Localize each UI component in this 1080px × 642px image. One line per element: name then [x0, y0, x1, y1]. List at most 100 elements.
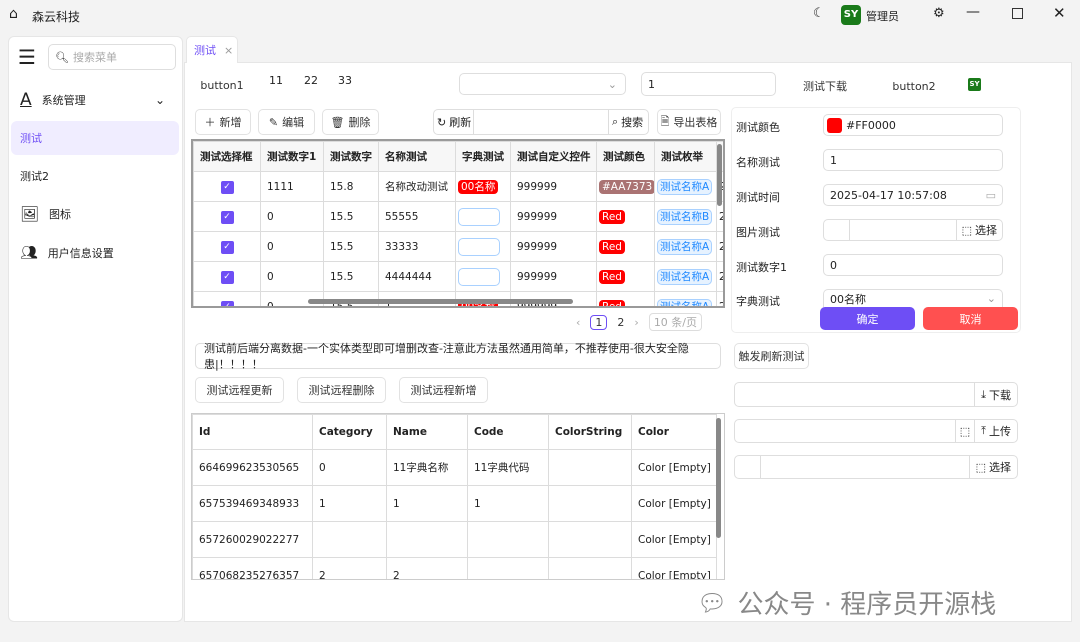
table-cell: 2 [386, 557, 468, 579]
button2[interactable]: button2 [878, 75, 950, 97]
confirm-button[interactable]: 确定 [820, 307, 915, 330]
remote-delete-button[interactable]: 测试远程删除 [297, 377, 386, 403]
column-header[interactable]: Id [192, 414, 313, 450]
column-header[interactable]: 测试选择框 [193, 141, 261, 172]
button1[interactable]: button1 [195, 73, 249, 97]
table-cell [467, 521, 549, 558]
row-checkbox[interactable]: ✓ [220, 240, 234, 254]
dict-select[interactable]: 00名称 ⌄ [823, 289, 1003, 307]
search-box: ↻ 刷新 ⌕ 搜索 [433, 109, 649, 135]
page-1[interactable]: 1 [590, 314, 608, 330]
column-header[interactable]: 字典测试 [455, 141, 511, 172]
vertical-scrollbar[interactable] [717, 144, 722, 206]
theme-moon-icon[interactable]: ☾ [813, 6, 825, 21]
cell-extra: 2 [716, 291, 723, 306]
row-checkbox[interactable]: ✓ [220, 270, 234, 284]
page-size-select[interactable]: 10 条/页 [648, 313, 703, 331]
delete-button[interactable]: 🗑︎ 删除 [322, 109, 379, 135]
search-button[interactable]: ⌕ 搜索 [608, 110, 648, 134]
table-row[interactable]: ✓ 0 15.5 33333 999999 Red 测试名称A 2 [193, 231, 723, 262]
table-row[interactable]: ✓ 0 15.5 55555 999999 Red 测试名称B 2 [193, 201, 723, 232]
table-row[interactable]: 657539469348933 1 1 1 Color [Empty] [192, 485, 717, 522]
column-header[interactable]: 测试数字1 [260, 141, 324, 172]
file-export-icon: 🗎︎ [660, 114, 670, 128]
hamburger-menu-icon[interactable]: ☰ [18, 45, 36, 69]
table-row[interactable]: ✓ 0 15.5 4444444 999999 Red 测试名称A 2 [193, 261, 723, 292]
column-header[interactable]: Name [386, 414, 468, 450]
page-2[interactable]: 2 [617, 316, 624, 329]
dict-empty[interactable] [458, 237, 500, 256]
plus-icon: ＋ [204, 116, 216, 129]
next-page-icon[interactable]: › [634, 316, 638, 329]
minimize-button[interactable]: — [966, 4, 980, 20]
name-input[interactable]: 1 [823, 149, 1003, 171]
datetime-picker[interactable]: 2025-04-17 10:57:08 ▭ [823, 184, 1003, 206]
color-picker[interactable]: #FF0000 [823, 114, 1003, 136]
row-checkbox[interactable]: ✓ [220, 210, 234, 224]
sidebar-item-test[interactable]: 测试 [11, 121, 179, 155]
horizontal-scrollbar[interactable] [308, 299, 573, 304]
test-download-button[interactable]: 测试下载 [790, 75, 860, 97]
cancel-button[interactable]: 取消 [923, 307, 1018, 330]
row-checkbox[interactable]: ✓ [220, 180, 234, 194]
column-header[interactable]: Code [467, 414, 549, 450]
trigger-refresh-button[interactable]: 触发刷新测试 [734, 343, 809, 369]
column-header[interactable]: 测试枚举 [654, 141, 717, 172]
title-bar: ⌂ 森云科技 ☾ SY 管理员 ⚙ — ✕ [0, 0, 1080, 30]
home-icon[interactable]: ⌂ [9, 6, 18, 22]
image-choose-button[interactable]: ⬚ 选择 [955, 220, 1002, 240]
column-header[interactable]: 名称测试 [378, 141, 456, 172]
add-button[interactable]: ＋新增 [195, 109, 251, 135]
combo-select[interactable]: ⌄ [459, 73, 626, 95]
table-cell: 0 [312, 449, 387, 486]
close-tab-icon[interactable]: × [224, 44, 233, 57]
tab-test[interactable]: 测试 × [186, 36, 238, 63]
vertical-scrollbar[interactable] [716, 418, 721, 538]
wechat-icon: 💬︎ [697, 588, 728, 617]
notice-input[interactable]: 测试前后端分离数据-一个实体类型即可增删改查-注意此方法虽然通用简单，不推荐使用… [195, 342, 721, 371]
export-button[interactable]: 🗎︎ 导出表格 [657, 109, 721, 135]
number-input[interactable]: 1 [641, 72, 776, 96]
sidebar-item-test2[interactable]: 测试2 [11, 159, 179, 193]
select-file-icon[interactable]: ⬚ [954, 420, 974, 442]
edit-button[interactable]: ✎ 编辑 [258, 109, 315, 135]
gear-icon[interactable]: ⚙ [933, 6, 945, 21]
avatar[interactable]: SY [841, 5, 861, 25]
column-header[interactable]: ColorString [548, 414, 632, 450]
prev-page-icon[interactable]: ‹ [576, 316, 580, 329]
sidebar-group-system[interactable]: A 系统管理 ⌄ [11, 83, 179, 117]
table-cell: 11字典代码 [467, 449, 549, 486]
enum-tag: 测试名称A [657, 239, 713, 255]
download-button[interactable]: ⤓ 下载 [974, 383, 1017, 406]
cell-number: 15.8 [323, 171, 379, 202]
remote-update-button[interactable]: 测试远程更新 [195, 377, 284, 403]
column-header[interactable]: 测试颜色 [596, 141, 655, 172]
row-checkbox[interactable]: ✓ [220, 300, 234, 306]
table-cell [312, 521, 387, 558]
refresh-button[interactable]: ↻ 刷新 [434, 110, 474, 134]
dict-empty[interactable] [458, 207, 500, 226]
column-header[interactable]: 测试自定义控件 [510, 141, 597, 172]
table-row[interactable]: 657260029022277 Color [Empty] [192, 521, 717, 558]
column-header[interactable]: 测试数字 [323, 141, 379, 172]
calendar-icon: ▭ [985, 188, 996, 202]
number1-input[interactable]: 0 [823, 254, 1003, 276]
upload-icon: ⤒ [981, 424, 986, 437]
choose-button[interactable]: ⬚ 选择 [968, 456, 1017, 478]
remote-add-button[interactable]: 测试远程新增 [399, 377, 488, 403]
table-row[interactable]: 657068235276357 2 2 Color [Empty] [192, 557, 717, 579]
sidebar-item-user-settings[interactable]: 👥︎ 用户信息设置 [11, 236, 179, 270]
table-row[interactable]: ✓ 1111 15.8 名称改动测试 00名称 999999 #AA7373 测… [193, 171, 723, 202]
column-header[interactable]: Category [312, 414, 387, 450]
sidebar-item-icons[interactable]: 🖼︎ 图标 [11, 197, 179, 231]
close-button[interactable]: ✕ [1053, 4, 1066, 22]
maximize-button[interactable] [1012, 8, 1023, 19]
table-row[interactable]: 664699623530565 0 11字典名称 11字典代码 Color [Empty… [192, 449, 717, 486]
column-header[interactable]: Color [631, 414, 717, 450]
menu-search-input[interactable]: 🔍︎ 搜索菜单 [48, 44, 176, 70]
enum-tag: 测试名称B [657, 209, 713, 225]
upload-button[interactable]: ⤒ 上传 [974, 420, 1017, 442]
dict-empty[interactable] [458, 267, 500, 286]
user-name[interactable]: 管理员 [866, 8, 899, 24]
search-icon: 🔍︎ [55, 50, 69, 64]
